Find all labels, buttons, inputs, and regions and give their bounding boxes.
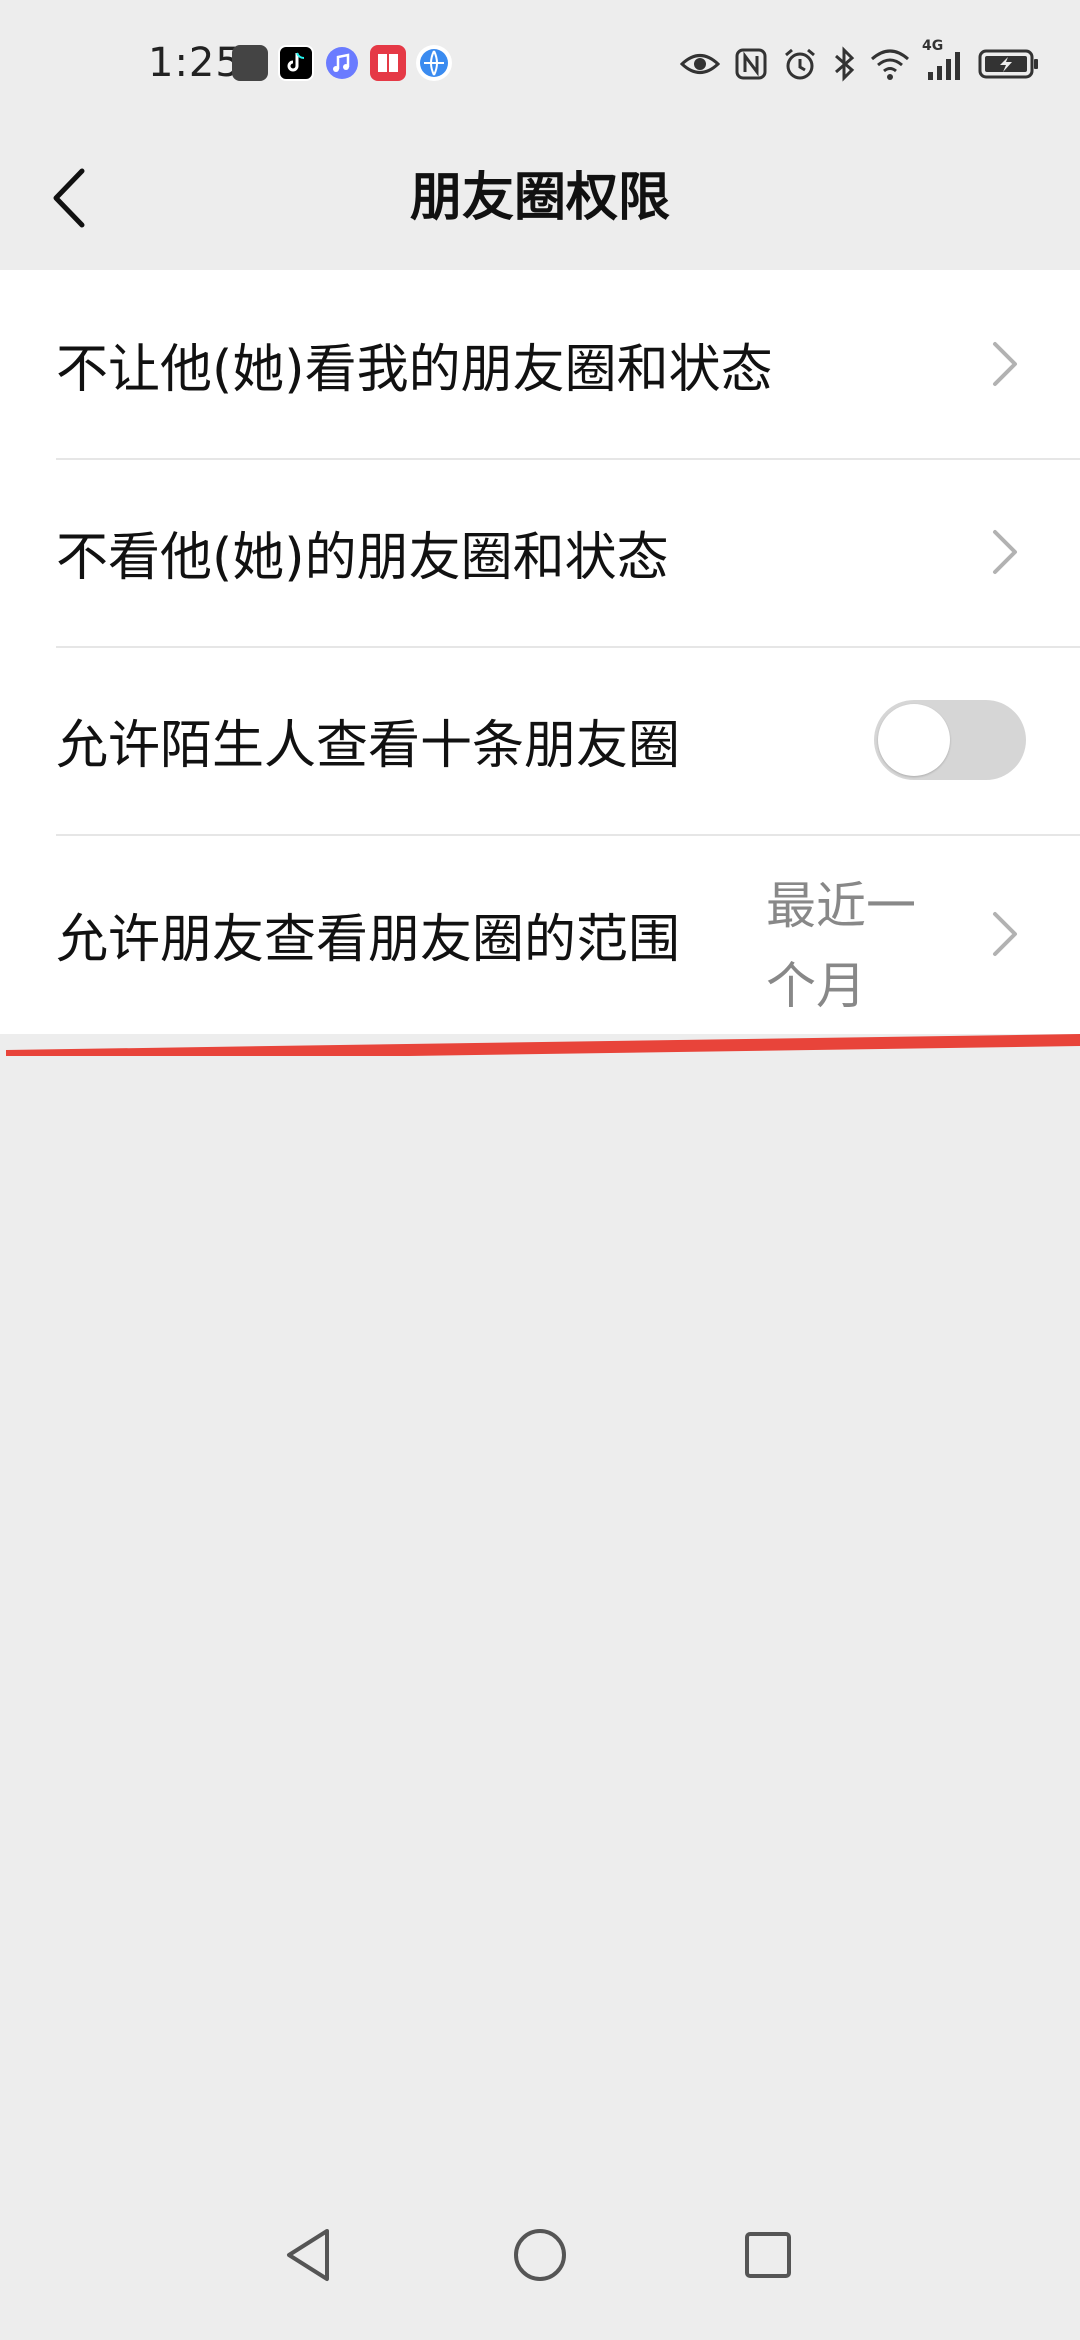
title-bar: 朋友圈权限 bbox=[0, 130, 1080, 270]
page-title: 朋友圈权限 bbox=[409, 168, 670, 228]
strangers-view-toggle[interactable] bbox=[874, 700, 1026, 780]
back-triangle-icon bbox=[287, 2229, 329, 2281]
status-time: 1:25 bbox=[148, 40, 242, 86]
huawei-appgallery-icon bbox=[232, 45, 268, 81]
browser-icon bbox=[416, 45, 452, 81]
setting-visible-range[interactable]: 允许朋友查看朋友圈的范围 最近一个月 bbox=[0, 834, 1080, 1034]
chevron-right-icon bbox=[993, 342, 1017, 386]
back-button[interactable] bbox=[40, 158, 100, 238]
battery-charging-icon bbox=[978, 48, 1040, 80]
screen: 1:25 4G 朋友圈权限 不让他(她)看我的朋友圈和状态 不看他(她)的朋友圈… bbox=[0, 0, 1080, 2340]
alarm-icon bbox=[782, 46, 818, 82]
status-bar: 1:25 4G bbox=[0, 0, 1080, 130]
toggle-knob bbox=[878, 704, 950, 776]
notification-icons bbox=[232, 45, 452, 81]
nfc-icon bbox=[734, 47, 768, 81]
setting-label: 允许朋友查看朋友圈的范围 bbox=[56, 909, 681, 970]
chevron-right-icon bbox=[993, 912, 1017, 956]
setting-strangers-view-ten: 允许陌生人查看十条朋友圈 bbox=[0, 646, 1080, 834]
network-label: 4G bbox=[922, 38, 944, 54]
settings-list: 不让他(她)看我的朋友圈和状态 不看他(她)的朋友圈和状态 允许陌生人查看十条朋… bbox=[0, 270, 1080, 1034]
music-icon bbox=[324, 45, 360, 81]
chevron-right-icon bbox=[993, 530, 1017, 574]
setting-label: 不让他(她)看我的朋友圈和状态 bbox=[56, 339, 773, 400]
setting-label: 不看他(她)的朋友圈和状态 bbox=[56, 527, 669, 588]
book-icon bbox=[370, 45, 406, 81]
nav-home-button[interactable] bbox=[500, 2215, 580, 2295]
system-icons: 4G bbox=[680, 38, 1040, 82]
nav-recents-button[interactable] bbox=[728, 2215, 808, 2295]
setting-hide-my-moments[interactable]: 不让他(她)看我的朋友圈和状态 bbox=[0, 270, 1080, 458]
navigation-bar bbox=[0, 2170, 1080, 2340]
wifi-icon bbox=[870, 47, 910, 81]
setting-hide-their-moments[interactable]: 不看他(她)的朋友圈和状态 bbox=[0, 458, 1080, 646]
chevron-left-icon bbox=[53, 168, 85, 228]
recents-square-icon bbox=[745, 2232, 791, 2278]
setting-value: 最近一个月 bbox=[766, 877, 916, 1015]
tiktok-icon bbox=[278, 45, 314, 81]
eye-icon bbox=[680, 49, 720, 79]
setting-label: 允许陌生人查看十条朋友圈 bbox=[56, 715, 681, 776]
signal-4g-icon: 4G bbox=[922, 38, 964, 82]
home-circle-icon bbox=[514, 2229, 566, 2281]
nav-back-button[interactable] bbox=[268, 2215, 348, 2295]
bluetooth-icon bbox=[832, 46, 856, 82]
